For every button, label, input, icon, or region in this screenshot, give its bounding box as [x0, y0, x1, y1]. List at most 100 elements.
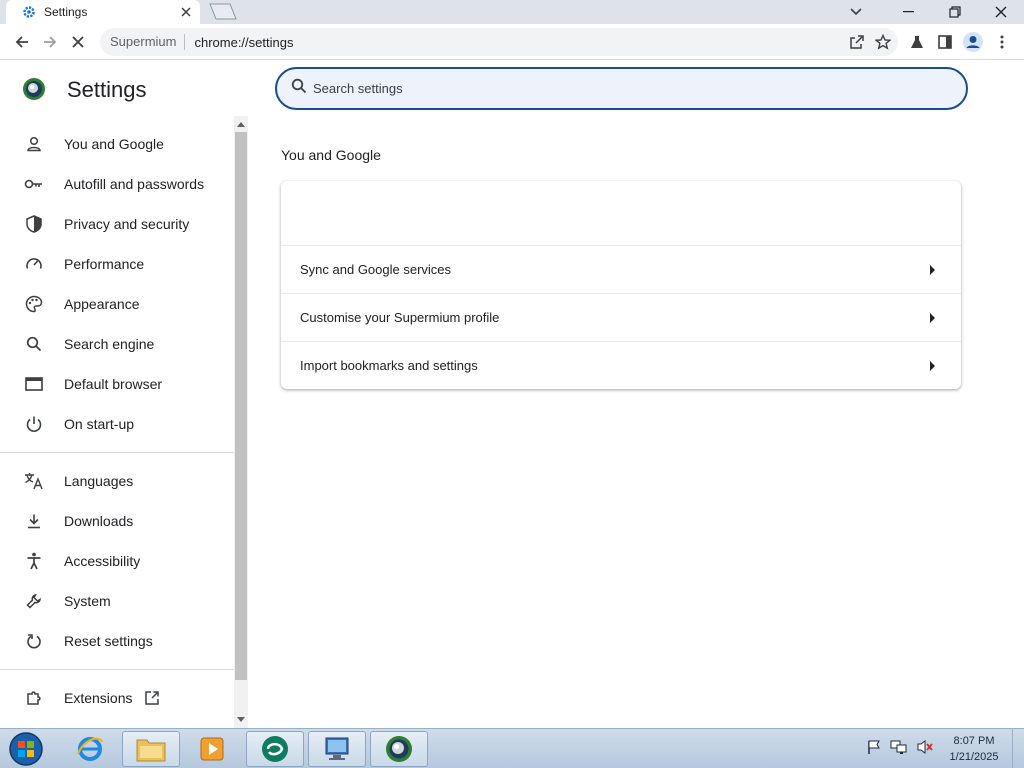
row-label: Sync and Google services: [300, 262, 452, 277]
sidebar-item-label: Reset settings: [64, 633, 153, 649]
sidebar-item-languages[interactable]: Languages: [0, 461, 234, 501]
tab-title: Settings: [44, 5, 88, 19]
lab-flask-icon[interactable]: [903, 28, 931, 56]
sidebar-item-reset-settings[interactable]: Reset settings: [0, 621, 234, 661]
new-tab-button[interactable]: [208, 3, 238, 20]
browser-toolbar: Supermium chrome://settings: [0, 24, 1024, 60]
windows-taskbar: 8:07 PM 1/21/2025: [0, 728, 1024, 768]
row-label: Import bookmarks and settings: [300, 358, 478, 373]
shield-icon: [24, 214, 44, 234]
page-title: Settings: [67, 77, 147, 102]
arrow-right-icon: [930, 313, 935, 323]
internet-explorer-taskbar-icon[interactable]: [61, 731, 119, 767]
search-settings-box[interactable]: [275, 67, 968, 110]
supermium-taskbar-icon[interactable]: [370, 731, 428, 767]
supermium-logo-icon: [22, 77, 46, 101]
arrow-right-icon: [930, 361, 935, 371]
row-label: Customise your Supermium profile: [300, 310, 500, 325]
minimize-icon[interactable]: [886, 0, 932, 24]
sidebar-item-label: System: [64, 593, 111, 609]
sidebar-item-performance[interactable]: Performance: [0, 244, 234, 284]
search-settings-input[interactable]: [313, 81, 913, 96]
profile-avatar-icon[interactable]: [959, 28, 987, 56]
sidebar-item-you-and-google[interactable]: You and Google: [0, 124, 234, 164]
sidebar-item-label: Privacy and security: [64, 216, 190, 232]
green-app-taskbar-icon[interactable]: [246, 731, 304, 767]
forward-arrow-icon[interactable]: [36, 28, 64, 56]
row-import-bookmarks[interactable]: Import bookmarks and settings: [281, 341, 961, 389]
remote-desktop-taskbar-icon[interactable]: [308, 731, 366, 767]
sidebar-item-privacy[interactable]: Privacy and security: [0, 204, 234, 244]
flag-icon[interactable]: [866, 739, 882, 760]
sidebar-item-search-engine[interactable]: Search engine: [0, 324, 234, 364]
sidebar-item-label: Accessibility: [64, 553, 141, 569]
sidebar-item-label: Default browser: [64, 376, 163, 392]
sidebar-item-system[interactable]: System: [0, 581, 234, 621]
power-icon: [24, 414, 44, 434]
key-icon: [24, 174, 44, 194]
sidebar-item-appearance[interactable]: Appearance: [0, 284, 234, 324]
arrow-right-icon: [930, 265, 935, 275]
row-customise-profile[interactable]: Customise your Supermium profile: [281, 293, 961, 341]
address-bar[interactable]: Supermium chrome://settings: [100, 28, 898, 56]
sidebar-item-label: Performance: [64, 256, 145, 272]
side-panel-icon[interactable]: [931, 28, 959, 56]
search-icon: [291, 78, 307, 99]
taskbar-clock[interactable]: 8:07 PM 1/21/2025: [940, 733, 1008, 765]
sidebar-item-accessibility[interactable]: Accessibility: [0, 541, 234, 581]
sidebar-item-label: Extensions: [64, 690, 133, 706]
bookmark-star-icon[interactable]: [872, 31, 894, 53]
sidebar-divider: [0, 452, 234, 453]
share-icon[interactable]: [846, 31, 868, 53]
tab-settings[interactable]: Settings: [6, 0, 200, 24]
sidebar-item-default-browser[interactable]: Default browser: [0, 364, 234, 404]
sidebar-scrollbar-thumb[interactable]: [235, 132, 247, 680]
back-arrow-icon[interactable]: [8, 28, 36, 56]
wrench-icon: [24, 591, 44, 611]
sidebar-item-label: Languages: [64, 473, 134, 489]
sidebar-item-extensions[interactable]: Extensions: [0, 678, 234, 718]
sidebar-item-label: Appearance: [64, 296, 140, 312]
close-window-icon[interactable]: [978, 0, 1024, 24]
search-icon: [24, 334, 44, 354]
open-in-new-icon: [144, 690, 160, 706]
sidebar-item-label: On start-up: [64, 416, 135, 432]
browser-window-icon: [24, 374, 44, 394]
restore-icon[interactable]: [932, 0, 978, 24]
sidebar-divider: [0, 669, 234, 670]
sidebar-item-on-start-up[interactable]: On start-up: [0, 404, 234, 444]
sidebar-item-label: Search engine: [64, 336, 155, 352]
tab-search-icon[interactable]: [833, 0, 879, 24]
row-sync-and-google-services[interactable]: Sync and Google services: [281, 245, 961, 293]
sidebar-item-label: Autofill and passwords: [64, 176, 205, 192]
gear-icon: [22, 5, 36, 19]
sidebar-item-downloads[interactable]: Downloads: [0, 501, 234, 541]
menu-kebab-icon[interactable]: [988, 28, 1016, 56]
close-tab-icon[interactable]: [176, 2, 196, 22]
system-tray: [862, 729, 942, 768]
media-player-taskbar-icon[interactable]: [183, 731, 241, 767]
translate-icon: [24, 471, 44, 491]
volume-muted-icon[interactable]: [916, 739, 934, 760]
start-button[interactable]: [6, 731, 46, 767]
network-icon[interactable]: [890, 739, 908, 760]
person-icon: [24, 134, 44, 154]
address-chip: Supermium: [110, 34, 186, 50]
sidebar-item-label: Downloads: [64, 513, 134, 529]
reset-icon: [24, 631, 44, 651]
section-title: You and Google: [281, 147, 381, 163]
download-icon: [24, 511, 44, 531]
settings-sidebar: You and Google Autofill and passwords Pr…: [0, 120, 234, 728]
speedometer-icon: [24, 254, 44, 274]
stop-loading-icon[interactable]: [64, 28, 92, 56]
file-explorer-taskbar-icon[interactable]: [122, 731, 180, 767]
scroll-down-arrow-icon[interactable]: [236, 714, 246, 724]
scroll-up-arrow-icon[interactable]: [236, 119, 246, 129]
address-url: chrome://settings: [194, 34, 294, 50]
accessibility-icon: [24, 551, 44, 571]
tab-strip: Settings: [0, 0, 1024, 24]
show-desktop-button[interactable]: [1012, 729, 1024, 768]
palette-icon: [24, 294, 44, 314]
puzzle-icon: [24, 688, 44, 708]
sidebar-item-autofill[interactable]: Autofill and passwords: [0, 164, 234, 204]
